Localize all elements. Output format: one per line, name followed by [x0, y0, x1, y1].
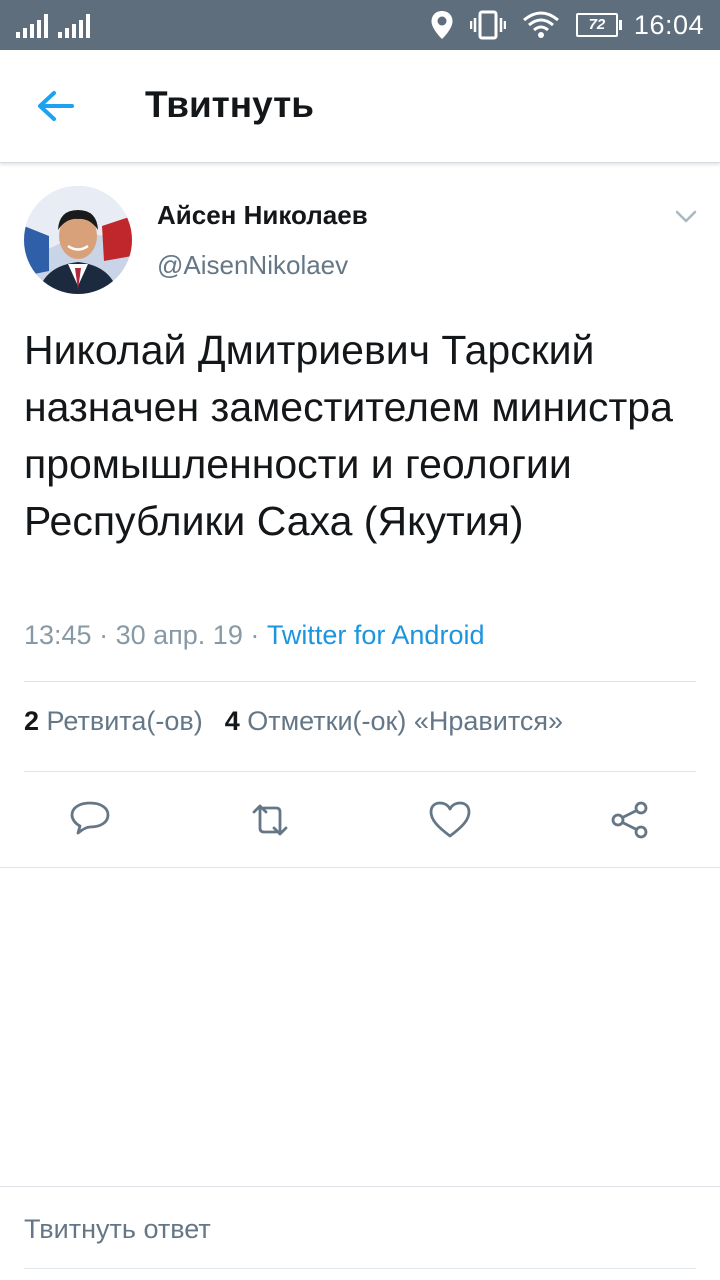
share-icon[interactable]: [608, 800, 652, 840]
tweet-stats: 2 Ретвита(-ов) 4 Отметки(-ок) «Нравится»: [24, 706, 563, 737]
reply-input[interactable]: Твитнуть ответ: [24, 1214, 211, 1245]
tweet-source-link[interactable]: Twitter for Android: [267, 620, 485, 650]
retweet-label: Ретвита(-ов): [46, 706, 203, 736]
wifi-icon: [522, 11, 559, 38]
signal-group: [16, 12, 90, 38]
retweet-stat[interactable]: 2 Ретвита(-ов): [24, 706, 203, 736]
author-name[interactable]: Айсен Николаев: [157, 200, 368, 231]
tweet-meta: 13:45 · 30 апр. 19 · Twitter for Android: [24, 620, 484, 651]
author-handle[interactable]: @AisenNikolaev: [157, 250, 348, 281]
signal-icon: [16, 12, 48, 38]
status-icons: 72 16:04: [430, 0, 704, 50]
chevron-down-icon[interactable]: [672, 204, 700, 228]
divider: [0, 1186, 720, 1187]
location-icon: [431, 11, 453, 39]
divider: [0, 867, 720, 868]
meta-separator: ·: [250, 620, 260, 650]
meta-separator: ·: [99, 620, 109, 650]
battery-icon: 72: [575, 13, 622, 37]
retweet-icon[interactable]: [248, 800, 292, 840]
like-label: Отметки(-ок) «Нравится»: [247, 706, 564, 736]
divider: [24, 681, 696, 682]
reply-icon[interactable]: [68, 800, 112, 840]
page-title: Твитнуть: [145, 84, 315, 125]
status-time: 16:04: [633, 9, 704, 40]
like-count: 4: [224, 706, 240, 736]
like-icon[interactable]: [428, 800, 472, 840]
divider: [24, 771, 696, 772]
tweet-time: 13:45: [24, 620, 92, 650]
retweet-count: 2: [24, 706, 40, 736]
like-stat[interactable]: 4 Отметки(-ок) «Нравится»: [225, 706, 563, 736]
avatar[interactable]: [24, 186, 132, 294]
battery-level: 72: [588, 16, 606, 33]
status-bar: 72 16:04: [0, 0, 720, 50]
signal-icon: [58, 12, 90, 38]
arrow-left-icon[interactable]: [34, 86, 78, 126]
vibrate-icon: [469, 10, 506, 40]
tweet-date: 30 апр. 19: [115, 620, 243, 650]
app-header: Твитнуть: [0, 50, 720, 163]
tweet-text: Николай Дмитриевич Тарский назначен заме…: [24, 327, 673, 544]
reply-input-underline: [24, 1268, 696, 1269]
